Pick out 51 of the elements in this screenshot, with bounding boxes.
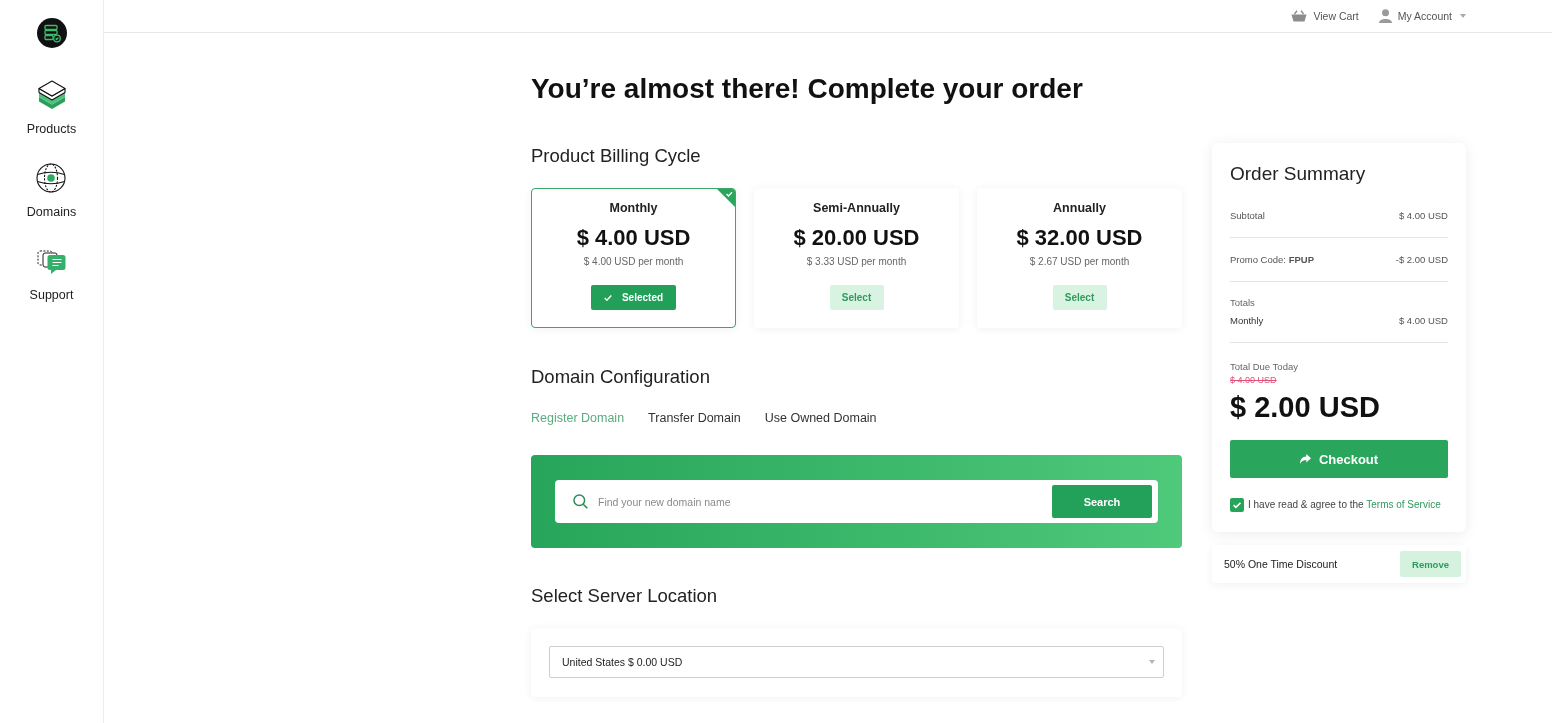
terms-link[interactable]: Terms of Service [1366, 499, 1441, 510]
monthly-price: $ 3.33 USD per month [806, 255, 907, 269]
sidebar-item[interactable]: Products [26, 80, 77, 137]
section-heading: Domain Configuration [531, 365, 710, 389]
domain-search-input[interactable]: Find your new domain name [598, 493, 1052, 510]
domain-tab[interactable]: Use Owned Domain [764, 409, 877, 427]
user-icon [1378, 9, 1392, 23]
corner-check-icon [717, 189, 735, 207]
total-due-label: Total Due Today [1230, 360, 1298, 374]
domain-tab[interactable]: Transfer Domain [648, 409, 741, 427]
totals-label: Totals [1230, 296, 1255, 309]
option-name: Annually [1053, 201, 1106, 216]
server-logo-icon[interactable] [36, 18, 67, 48]
billing-option-card[interactable]: Semi-Annually $ 20.00 USD $ 3.33 USD per month Select [754, 188, 959, 328]
monthly-price: $ 2.67 USD per month [1029, 255, 1130, 269]
option-price: $ 20.00 USD [793, 224, 920, 252]
total-due-amount: $ 2.00 USD [1230, 390, 1380, 424]
terms-checkbox[interactable] [1230, 498, 1244, 512]
section-heading: Select Server Location [531, 584, 718, 608]
sidebar-item[interactable]: Support [29, 246, 74, 303]
summary-label: Subtotal [1230, 209, 1265, 223]
view-cart-link[interactable]: View Cart [1291, 10, 1359, 22]
monthly-price: $ 4.00 USD per month [583, 255, 684, 269]
box-icon [36, 80, 67, 110]
totals-value: $ 4.00 USD [1398, 314, 1448, 328]
summary-label: Promo Code: FPUP [1230, 253, 1314, 267]
caret-icon [1149, 660, 1155, 664]
option-name: Monthly [609, 201, 658, 216]
billing-option-card[interactable]: Annually $ 32.00 USD $ 2.67 USD per month Select [977, 188, 1182, 328]
basket-icon [1291, 10, 1308, 22]
summary-value: -$ 2.00 USD [1395, 253, 1448, 267]
arrow-icon [1299, 454, 1311, 464]
page-title: You’re almost there! Complete your order [531, 72, 1083, 106]
discount-label: 50% One Time Discount [1224, 558, 1338, 570]
summary-value: $ 4.00 USD [1398, 209, 1448, 223]
section-heading: Product Billing Cycle [531, 144, 701, 168]
globe-icon [36, 163, 67, 193]
caret-icon [1460, 14, 1466, 18]
billing-cycle-label: Monthly [1230, 314, 1264, 328]
terms-text: I have read & agree to the Terms of Service [1248, 498, 1441, 512]
server-location-select[interactable]: United States $ 0.00 USD [549, 646, 1164, 678]
check-icon [603, 294, 612, 301]
option-price: $ 4.00 USD [576, 224, 691, 252]
option-name: Semi-Annually [813, 201, 900, 216]
original-price: $ 4.00 USD [1230, 374, 1277, 386]
summary-title: Order Summary [1230, 162, 1367, 186]
billing-option-card[interactable]: Monthly $ 4.00 USD $ 4.00 USD per month Selected [531, 188, 736, 328]
option-price: $ 32.00 USD [1016, 224, 1143, 252]
account-menu[interactable]: My Account [1378, 9, 1466, 23]
sidebar-item[interactable]: Domains [26, 163, 77, 220]
search-icon [573, 494, 588, 509]
